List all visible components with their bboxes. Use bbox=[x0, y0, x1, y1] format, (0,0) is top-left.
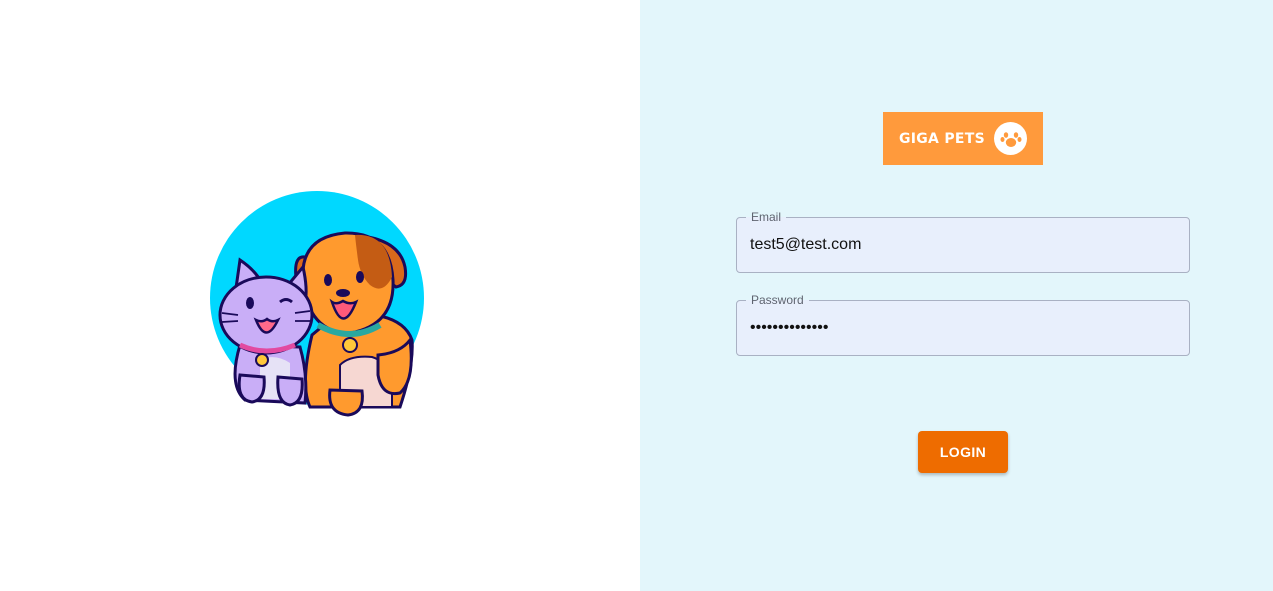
email-input[interactable] bbox=[750, 218, 1176, 272]
cat-and-dog-illustration bbox=[200, 185, 440, 425]
paw-icon bbox=[994, 122, 1028, 155]
password-field[interactable]: Password bbox=[736, 292, 1190, 356]
password-input[interactable] bbox=[750, 301, 1176, 355]
giga-pets-logo: GIGA PETS bbox=[883, 112, 1043, 165]
illustration-panel bbox=[0, 0, 640, 591]
login-page: GIGA PETS Email Password LOGIN bbox=[0, 0, 1273, 591]
pets-illustration-icon bbox=[210, 191, 424, 417]
login-panel: GIGA PETS Email Password LOGIN bbox=[640, 0, 1273, 591]
logo-text: GIGA PETS bbox=[898, 130, 986, 147]
login-button[interactable]: LOGIN bbox=[918, 431, 1008, 473]
email-field[interactable]: Email bbox=[736, 209, 1190, 273]
